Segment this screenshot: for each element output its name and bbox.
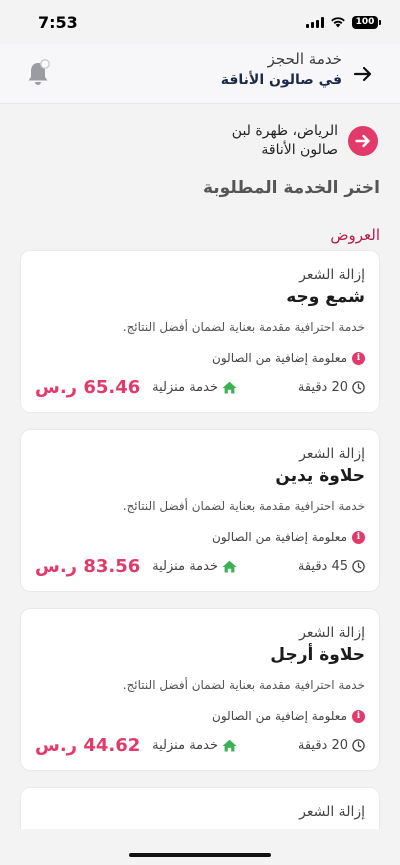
service-duration-text: 20 دقيقة bbox=[297, 738, 348, 753]
service-meta-row: 20 دقيقة خدمة منزلية 44.62 ر.س bbox=[35, 735, 365, 756]
service-description: خدمة احترافية مقدمة بعناية لضمان أفضل ال… bbox=[122, 320, 365, 334]
service-card[interactable]: إزالة الشعر شمع وجه خدمة احترافية مقدمة … bbox=[20, 250, 380, 413]
header-titles: خدمة الحجز في صالون الأناقة bbox=[221, 48, 342, 90]
location-row: الرياض، ظهرة لبن صالون الأناقة bbox=[22, 122, 378, 160]
service-info: i معلومة إضافية من الصالون bbox=[35, 350, 365, 366]
service-name: شمع وجه bbox=[286, 287, 365, 307]
service-info-text: معلومة إضافية من الصالون bbox=[212, 530, 347, 544]
status-time: 7:53 bbox=[38, 12, 78, 32]
section-label-offers: العروض bbox=[330, 226, 380, 244]
signal-icon bbox=[306, 16, 324, 28]
service-category: إزالة الشعر bbox=[299, 625, 365, 641]
service-location-type-text: خدمة منزلية bbox=[152, 738, 218, 753]
service-card[interactable]: إزالة الشعر حلاوة أرجل خدمة احترافية مقد… bbox=[20, 608, 380, 771]
service-description: خدمة احترافية مقدمة بعناية لضمان أفضل ال… bbox=[122, 499, 365, 513]
page-title: اختر الخدمة المطلوبة bbox=[202, 178, 380, 198]
info-icon: i bbox=[352, 709, 365, 723]
arrow-right-icon bbox=[353, 66, 372, 82]
service-location-type: خدمة منزلية bbox=[152, 559, 237, 574]
clock-icon bbox=[352, 560, 365, 573]
home-icon bbox=[222, 381, 237, 394]
back-button[interactable] bbox=[350, 61, 376, 87]
home-icon bbox=[222, 560, 237, 573]
info-icon: i bbox=[352, 530, 365, 544]
app-header: خدمة الحجز في صالون الأناقة bbox=[0, 44, 400, 104]
service-duration-text: 20 دقيقة bbox=[297, 380, 348, 395]
bottom-safe-area bbox=[0, 829, 400, 865]
service-duration: 20 دقيقة bbox=[298, 738, 365, 753]
service-duration: 20 دقيقة bbox=[298, 380, 365, 395]
service-meta-row: 20 دقيقة خدمة منزلية 65.46 ر.س bbox=[35, 377, 365, 398]
service-description: خدمة احترافية مقدمة بعناية لضمان أفضل ال… bbox=[122, 678, 365, 692]
service-location-type-text: خدمة منزلية bbox=[152, 380, 218, 395]
service-location-type-text: خدمة منزلية bbox=[152, 559, 218, 574]
service-duration: 45 دقيقة bbox=[298, 559, 365, 574]
wifi-icon bbox=[331, 17, 345, 28]
service-meta-row: 45 دقيقة خدمة منزلية 83.56 ر.س bbox=[35, 556, 365, 577]
service-list: إزالة الشعر شمع وجه خدمة احترافية مقدمة … bbox=[20, 250, 380, 863]
service-name: حلاوة أرجل bbox=[270, 645, 365, 665]
status-icons: 100 bbox=[306, 15, 381, 29]
service-price: 65.46 ر.س bbox=[35, 377, 141, 398]
service-info: i معلومة إضافية من الصالون bbox=[35, 708, 365, 724]
home-icon bbox=[222, 739, 237, 752]
service-card[interactable]: إزالة الشعر حلاوة يدين خدمة احترافية مقد… bbox=[20, 429, 380, 592]
service-name: حلاوة يدين bbox=[275, 466, 365, 486]
service-category: إزالة الشعر bbox=[299, 267, 365, 283]
header-title: في صالون الأناقة bbox=[220, 72, 342, 88]
clock-icon bbox=[352, 381, 365, 394]
service-price: 83.56 ر.س bbox=[35, 556, 141, 577]
service-info-text: معلومة إضافية من الصالون bbox=[212, 709, 347, 723]
info-icon: i bbox=[352, 351, 365, 365]
location-line-salon: صالون الأناقة bbox=[261, 142, 338, 158]
location-line-city: الرياض، ظهرة لبن bbox=[231, 123, 338, 139]
service-info-text: معلومة إضافية من الصالون bbox=[212, 351, 347, 365]
location-button[interactable] bbox=[348, 126, 378, 156]
battery-icon: 100 bbox=[352, 15, 381, 29]
header-subtitle: خدمة الحجز bbox=[267, 50, 342, 68]
service-location-type: خدمة منزلية bbox=[152, 738, 237, 753]
location-text: الرياض، ظهرة لبن صالون الأناقة bbox=[232, 122, 338, 160]
status-bar: 7:53 100 bbox=[0, 0, 400, 44]
notifications-button[interactable] bbox=[26, 58, 52, 88]
arrow-right-circle-icon bbox=[355, 134, 370, 148]
service-category: إزالة الشعر bbox=[299, 804, 365, 820]
service-duration-text: 45 دقيقة bbox=[297, 559, 348, 574]
home-indicator[interactable] bbox=[129, 853, 271, 857]
service-info: i معلومة إضافية من الصالون bbox=[35, 529, 365, 545]
clock-icon bbox=[352, 739, 365, 752]
service-price: 44.62 ر.س bbox=[35, 735, 141, 756]
bell-icon bbox=[28, 59, 50, 85]
service-location-type: خدمة منزلية bbox=[152, 380, 237, 395]
service-category: إزالة الشعر bbox=[299, 446, 365, 462]
